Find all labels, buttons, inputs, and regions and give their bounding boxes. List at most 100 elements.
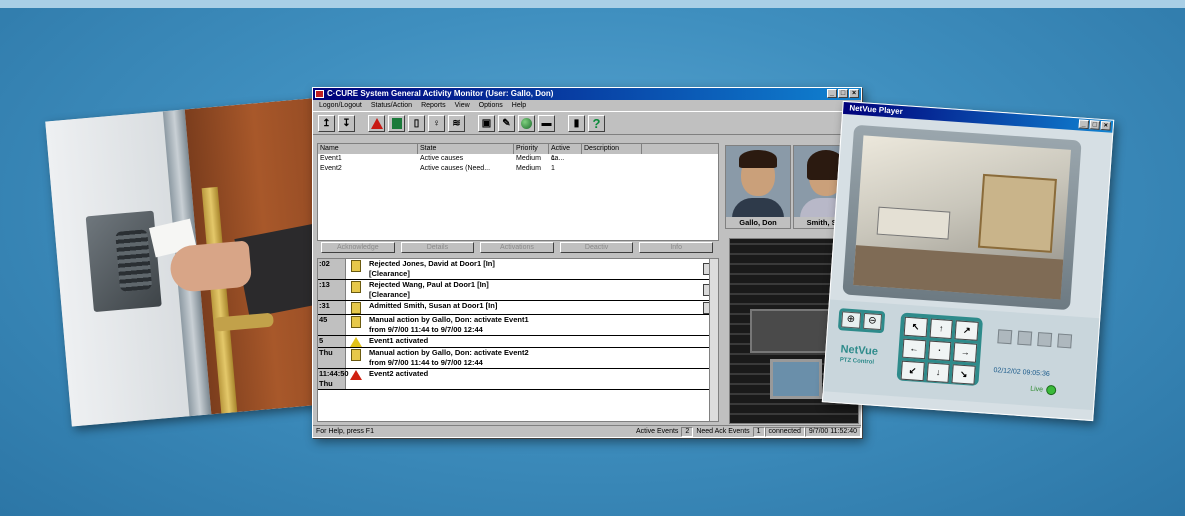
journal-row[interactable]: :02 Rejected Jones, David at Door1 [In][… <box>318 259 718 280</box>
zoom-in-icon[interactable]: ⊕ <box>841 311 861 329</box>
arrow-down-icon[interactable]: ↓ <box>926 362 951 383</box>
journal-time: :31 <box>318 301 346 314</box>
bulb-icon[interactable]: ♀ <box>428 114 445 132</box>
event-list-header: Name State Priority Active ca... Descrip… <box>318 144 718 162</box>
arrow-up-icon[interactable]: ↑ <box>929 318 954 340</box>
lock-icon <box>351 302 361 314</box>
col-name[interactable]: Name <box>318 144 418 154</box>
export-icon[interactable]: ↧ <box>338 114 355 132</box>
details-button[interactable]: Details <box>400 242 475 253</box>
close-button[interactable]: × <box>849 89 859 98</box>
journal-text: Rejected Wang, Paul at Door1 [In] <box>369 280 489 289</box>
menu-logon-logout[interactable]: Logon/Logout <box>319 100 362 111</box>
event-row[interactable]: Event1 Active causes Medium 1 <box>318 154 718 164</box>
journal-time: 5 <box>318 336 346 347</box>
maximize-button[interactable]: □ <box>1089 120 1101 130</box>
active-events-label: Active Events <box>636 428 679 435</box>
chart-icon[interactable]: ≋ <box>448 114 465 132</box>
event-triangle-icon <box>350 337 362 347</box>
col-priority[interactable]: Priority <box>514 144 549 154</box>
journal-row[interactable]: 5 Event1 activated <box>318 336 718 348</box>
maximize-button[interactable]: □ <box>838 89 848 98</box>
minimize-button[interactable]: _ <box>827 89 837 98</box>
col-active-causes[interactable]: Active ca... <box>549 144 582 162</box>
event-active-causes: 1 <box>551 165 555 172</box>
arrow-down-left-icon[interactable]: ↙ <box>900 360 925 382</box>
netvue-title: NetVue Player <box>849 103 904 117</box>
menu-reports[interactable]: Reports <box>421 100 446 111</box>
connection-status: connected <box>764 427 805 437</box>
journal-text-2: [Clearance] <box>369 269 410 278</box>
activity-journal: :02 Rejected Jones, David at Door1 [In][… <box>317 258 719 422</box>
camera-icon[interactable]: ▬ <box>538 114 555 132</box>
info-button[interactable]: Info <box>639 242 713 253</box>
event-state: Active causes <box>420 155 464 162</box>
live-indicator: Live <box>1030 384 1057 396</box>
col-state[interactable]: State <box>418 144 514 154</box>
need-ack-label: Need Ack Events <box>696 428 750 435</box>
ccure-titlebar: C·CURE System General Activity Monitor (… <box>313 88 861 100</box>
journal-row[interactable]: Thu Manual action by Gallo, Don: activat… <box>318 348 718 369</box>
journal-text-2: from 9/7/00 11:44 to 9/7/00 12:44 <box>369 358 483 367</box>
alarm-triangle-icon[interactable] <box>368 114 385 132</box>
snapshot-button[interactable] <box>1037 332 1053 348</box>
journal-row[interactable]: :31 Admitted Smith, Susan at Door1 [In] <box>318 301 718 315</box>
video-monitor <box>842 124 1082 311</box>
journal-time: :02 <box>318 259 346 279</box>
journal-text-2: [Clearance] <box>369 290 410 299</box>
menu-view[interactable]: View <box>455 100 470 111</box>
col-description[interactable]: Description <box>582 144 642 154</box>
event-row[interactable]: Event2 Active causes (Need... Medium 1 <box>318 164 718 174</box>
active-events-count: 2 <box>681 427 694 437</box>
menu-options[interactable]: Options <box>479 100 503 111</box>
deactivate-button[interactable]: Deactiv <box>559 242 634 253</box>
cardholder-name: Gallo, Don <box>726 217 790 228</box>
menu-status-action[interactable]: Status/Action <box>371 100 412 111</box>
acknowledge-button[interactable]: Acknowledge <box>321 242 395 253</box>
arrow-down-right-icon[interactable]: ↘ <box>951 364 976 385</box>
edit-icon[interactable]: ✎ <box>498 114 515 132</box>
ccure-activity-monitor-window: C·CURE System General Activity Monitor (… <box>312 87 862 438</box>
manual-action-icon <box>351 349 361 361</box>
netvue-player-window: NetVue Player _ □ × ⊕ ⊖ NetVue PTZ Contro… <box>821 100 1115 422</box>
minimize-button[interactable]: _ <box>1078 119 1090 130</box>
ptz-controls: ⊕ ⊖ NetVuePTZ Control ↖ ↑ ↗ ← · → ↙ ↓ ↘ <box>823 299 1100 411</box>
disabled-icon[interactable]: ▮ <box>568 114 585 132</box>
import-icon[interactable]: ↥ <box>318 114 335 132</box>
arrow-right-icon[interactable]: → <box>953 342 978 363</box>
activations-button[interactable]: Activations <box>480 242 554 253</box>
arrow-up-right-icon[interactable]: ↗ <box>954 320 979 341</box>
journal-row[interactable]: 45 Manual action by Gallo, Don: activate… <box>318 315 718 336</box>
event-triangle-red-icon <box>350 370 362 380</box>
ccure-title: C·CURE System General Activity Monitor (… <box>327 89 554 98</box>
menu-help[interactable]: Help <box>512 100 526 111</box>
event-list: Name State Priority Active ca... Descrip… <box>317 143 719 241</box>
journal-row[interactable]: 11:44:50 Thu Event2 activated <box>318 369 718 390</box>
cardholder-photo: Gallo, Don <box>725 145 791 229</box>
settings-button[interactable] <box>1057 333 1073 349</box>
journal-row[interactable]: :13 Rejected Wang, Paul at Door1 [In] [Cl… <box>318 280 718 301</box>
event-description <box>582 154 642 164</box>
status-bar: For Help, press F1 Active Events 2 Need … <box>313 425 861 437</box>
center-icon[interactable]: · <box>927 340 952 362</box>
monitor-icon[interactable]: ▣ <box>478 114 495 132</box>
journal-time: 45 <box>318 315 346 335</box>
event-name: Event1 <box>320 155 342 162</box>
status-datetime: 9/7/00 11:52:40 <box>804 427 861 437</box>
event-priority: Medium <box>516 165 541 172</box>
journal-scrollbar[interactable] <box>709 259 718 421</box>
globe-icon[interactable] <box>518 114 535 132</box>
zoom-out-icon[interactable]: ⊖ <box>862 312 883 331</box>
help-icon[interactable]: ? <box>588 114 605 132</box>
panel-icon[interactable]: ▯ <box>408 114 425 132</box>
journal-text: Rejected Jones, David at Door1 [In] <box>369 259 495 268</box>
journal-text: Event1 activated <box>369 336 429 345</box>
journal-time: Thu <box>318 348 346 368</box>
event-description <box>582 164 642 174</box>
arrow-up-left-icon[interactable]: ↖ <box>903 316 928 338</box>
playback-button[interactable] <box>997 329 1013 345</box>
record-button[interactable] <box>1017 330 1033 346</box>
door-icon[interactable] <box>388 114 405 132</box>
arrow-left-icon[interactable]: ← <box>902 338 927 360</box>
close-button[interactable]: × <box>1100 120 1112 131</box>
